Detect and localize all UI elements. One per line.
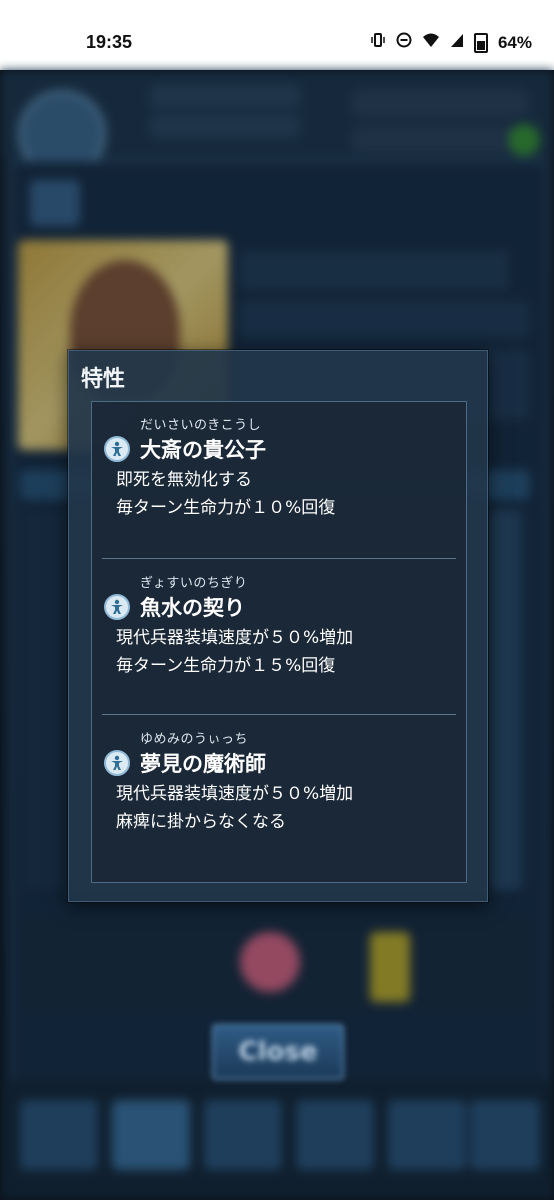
status-icons: 64% <box>370 32 532 53</box>
close-button[interactable]: Close <box>212 1024 344 1080</box>
status-time: 19:35 <box>86 32 133 52</box>
trait-person-icon <box>104 436 130 462</box>
trait-name: 大斎の貴公子 <box>140 438 266 462</box>
trait-description: 現代兵器装填速度が５０%増加 <box>116 784 354 804</box>
trait-ruby: ゆめみのうぃっち <box>140 732 249 747</box>
trait-ruby: だいさいのきこうし <box>140 418 262 433</box>
battery-icon <box>473 32 488 53</box>
trait-description: 毎ターン生命力が１５%回復 <box>116 656 336 676</box>
trait-description: 即死を無効化する <box>116 470 252 490</box>
dialog-title: 特性 <box>81 367 126 392</box>
battery-percent: 64% <box>497 32 532 52</box>
trait-description: 麻痺に掛からなくなる <box>116 812 286 832</box>
trait-name: 魚水の契り <box>140 596 245 620</box>
status-bar: 19:35 64% <box>0 0 554 70</box>
vibrate-icon <box>370 32 386 53</box>
divider <box>102 558 456 559</box>
trait-description: 現代兵器装填速度が５０%増加 <box>116 628 354 648</box>
trait-person-icon <box>104 594 130 620</box>
trait-dialog: 特性 だいさいのきこうし 大斎の貴公子 即死を無効化する 毎ターン生命力が１０%… <box>68 350 488 902</box>
trait-panel[interactable]: だいさいのきこうし 大斎の貴公子 即死を無効化する 毎ターン生命力が１０%回復 … <box>91 401 467 883</box>
trait-ruby: ぎょすいのちぎり <box>140 576 248 591</box>
wifi-icon <box>422 32 440 53</box>
trait-description: 毎ターン生命力が１０%回復 <box>116 498 336 518</box>
trait-person-icon <box>104 750 130 776</box>
dnd-icon <box>396 32 412 53</box>
divider <box>102 714 456 715</box>
trait-name: 夢見の魔術師 <box>140 752 266 776</box>
signal-icon <box>450 32 464 53</box>
